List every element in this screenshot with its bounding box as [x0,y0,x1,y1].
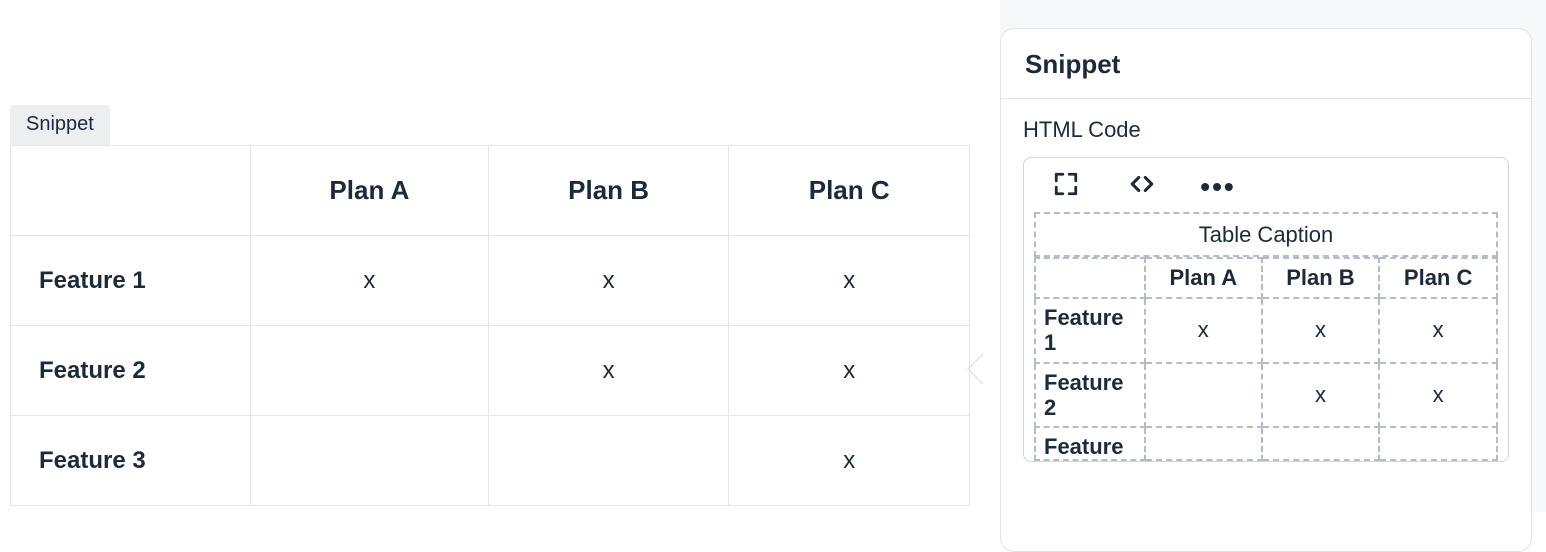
table-cell: x [729,326,970,416]
html-editor: ••• Table Caption Plan A Plan B Plan C [1023,157,1509,462]
table-row[interactable]: Feature 2 x x [1035,363,1497,428]
table-corner-cell[interactable] [1035,258,1145,298]
row-header[interactable]: Feature [1035,427,1145,460]
side-panel-backdrop: Snippet HTML Code [1000,0,1546,512]
callout-arrow-icon [967,353,983,385]
editor-canvas[interactable]: Table Caption Plan A Plan B Plan C [1024,208,1508,461]
more-icon[interactable]: ••• [1200,168,1236,200]
html-code-label: HTML Code [1023,117,1509,143]
column-header[interactable]: Plan A [1145,258,1262,298]
table-cell[interactable]: x [1379,363,1497,428]
editor-table[interactable]: Table Caption Plan A Plan B Plan C [1034,212,1498,461]
column-header: Plan B [488,146,729,236]
row-header: Feature 1 [11,236,251,326]
table-cell: x [729,236,970,326]
table-cell: x [251,236,489,326]
panel-title: Snippet [1025,49,1507,80]
table-cell [251,416,489,506]
table-header-row[interactable]: Plan A Plan B Plan C [1035,258,1497,298]
table-row[interactable]: Feature 1 x x x [1035,298,1497,363]
editor-toolbar: ••• [1024,158,1508,208]
table-row: Feature 2 x x [11,326,970,416]
table-cell[interactable]: x [1262,298,1380,363]
column-header[interactable]: Plan C [1379,258,1497,298]
table-cell[interactable]: x [1145,298,1262,363]
row-header[interactable]: Feature 2 [1035,363,1145,428]
feature-plan-table: Plan A Plan B Plan C Feature 1 x x x Fea… [10,145,970,506]
table-cell[interactable] [1145,427,1262,460]
table-cell [488,416,729,506]
code-icon[interactable] [1124,168,1160,200]
table-cell [251,326,489,416]
row-header: Feature 2 [11,326,251,416]
row-header: Feature 3 [11,416,251,506]
table-row: Feature 3 x [11,416,970,506]
table-cell[interactable]: x [1262,363,1380,428]
expand-icon[interactable] [1048,168,1084,200]
panel-body: HTML Code [1001,99,1531,462]
table-cell[interactable] [1379,427,1497,460]
table-cell: x [488,326,729,416]
table-row: Feature 1 x x x [11,236,970,326]
snippet-tab[interactable]: Snippet [10,105,110,145]
column-header: Plan C [729,146,970,236]
table-cell[interactable] [1262,427,1380,460]
snippet-panel: Snippet HTML Code [1000,28,1532,552]
table-cell: x [729,416,970,506]
table-cell[interactable] [1145,363,1262,428]
preview-pane: Snippet Plan A Plan B Plan C Feature 1 x… [10,105,970,506]
editor-table-caption[interactable]: Table Caption [1034,212,1498,257]
table-cell[interactable]: x [1379,298,1497,363]
table-cell: x [488,236,729,326]
column-header[interactable]: Plan B [1262,258,1380,298]
table-corner-cell [11,146,251,236]
table-header-row: Plan A Plan B Plan C [11,146,970,236]
panel-header: Snippet [1001,29,1531,99]
column-header: Plan A [251,146,489,236]
row-header[interactable]: Feature 1 [1035,298,1145,363]
table-row[interactable]: Feature [1035,427,1497,460]
